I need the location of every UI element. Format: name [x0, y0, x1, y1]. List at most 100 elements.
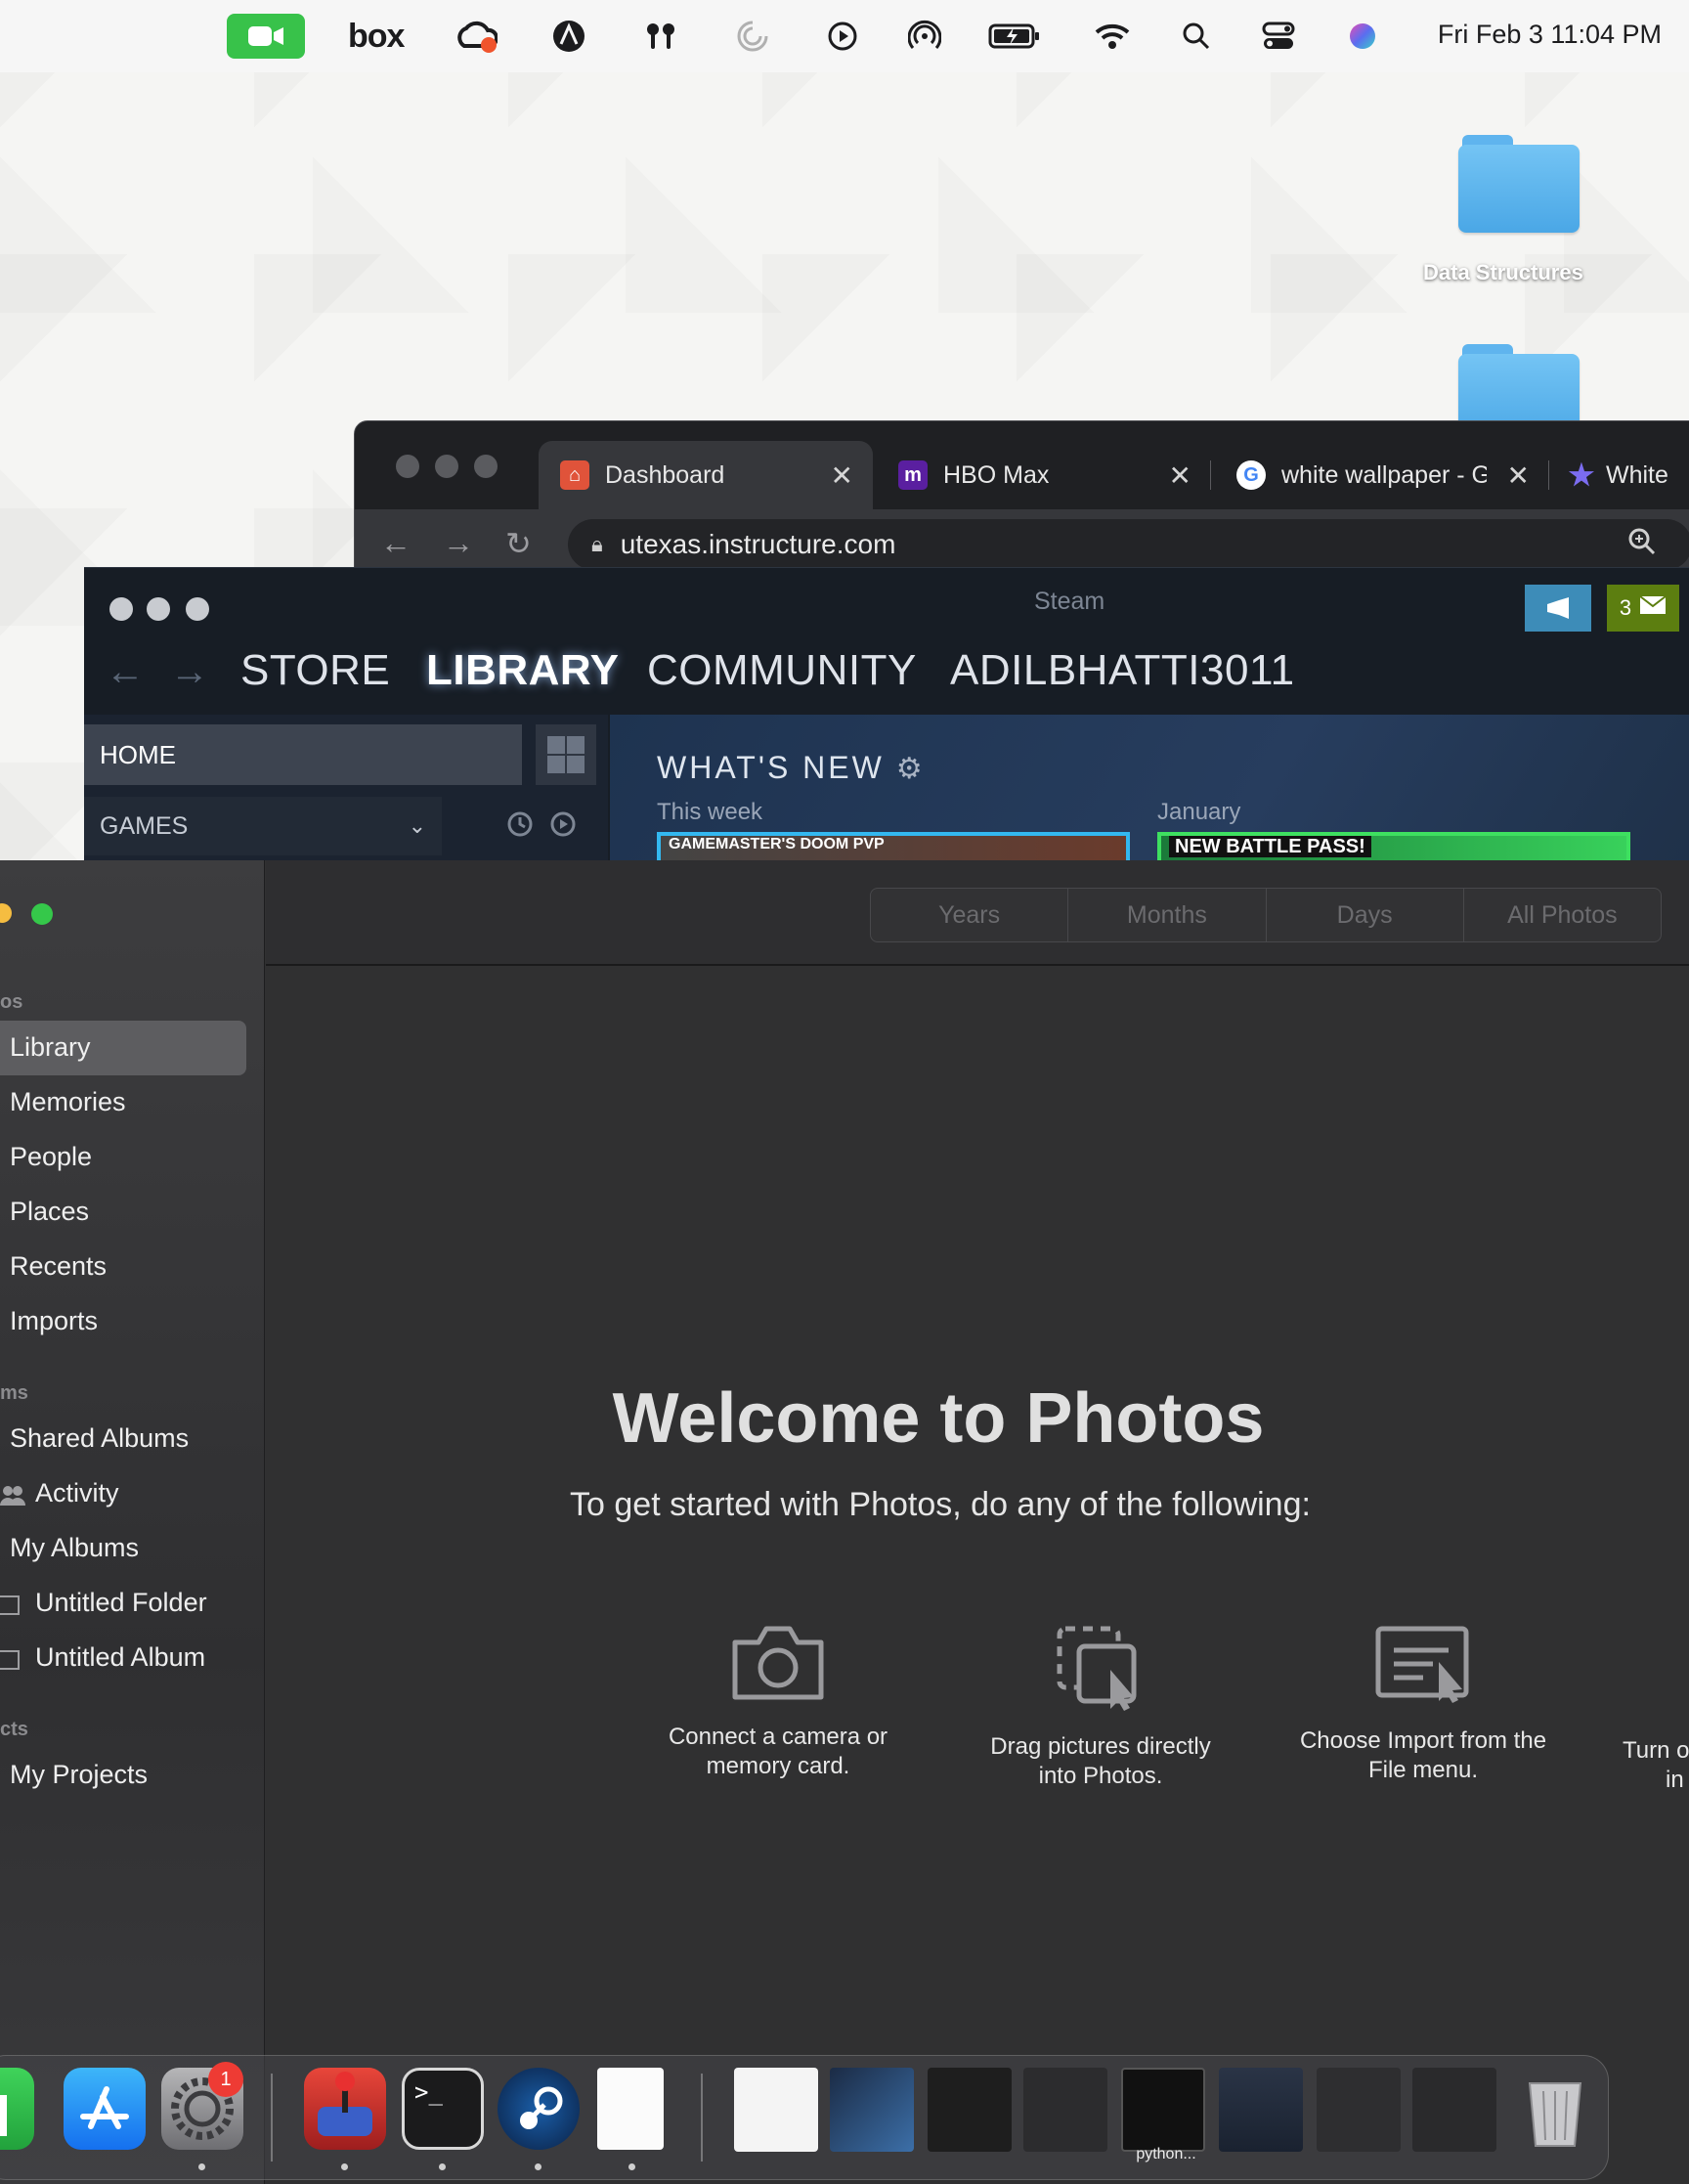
- forward-icon[interactable]: →: [170, 650, 209, 694]
- home-button[interactable]: HOME: [84, 724, 522, 785]
- nav-library[interactable]: LIBRARY: [426, 646, 619, 695]
- astro-icon[interactable]: [549, 16, 588, 57]
- close-tab-icon[interactable]: ✕: [1507, 459, 1530, 492]
- people-icon: [0, 1484, 25, 1512]
- desktop-folder-label[interactable]: Data Structures: [1423, 260, 1583, 285]
- running-indicator: [628, 2163, 635, 2170]
- siri-icon[interactable]: [1343, 16, 1382, 57]
- notifications-button[interactable]: 3: [1607, 585, 1679, 632]
- sidebar-item-my-albums[interactable]: My Albums: [10, 1533, 139, 1563]
- box-icon[interactable]: box: [348, 16, 405, 57]
- nav-community[interactable]: COMMUNITY: [647, 646, 917, 695]
- airpods-icon[interactable]: [641, 16, 680, 57]
- minimize-window-button[interactable]: [0, 903, 12, 923]
- back-icon[interactable]: ←: [106, 650, 145, 694]
- airdrop-icon[interactable]: [905, 16, 944, 57]
- minimized-facetime-window[interactable]: [928, 2068, 1012, 2152]
- sidebar-section-header: cts: [0, 1719, 28, 1740]
- close-window-button[interactable]: [109, 597, 133, 621]
- tab-hbo-max[interactable]: m HBO Max ✕: [877, 441, 1211, 509]
- joystick-app-icon[interactable]: [304, 2068, 386, 2150]
- minimized-window[interactable]: [830, 2068, 914, 2152]
- address-bar[interactable]: 🔒︎ utexas.instructure.com: [568, 519, 1689, 570]
- dock-separator: [271, 2074, 273, 2162]
- welcome-subtitle: To get started with Photos, do any of th…: [570, 1486, 1311, 1523]
- minimize-window-button[interactable]: [435, 455, 458, 478]
- sidebar-item-library[interactable]: Library: [10, 1032, 91, 1063]
- minimized-settings-window[interactable]: [1023, 2068, 1107, 2152]
- megaphone-icon[interactable]: [1525, 585, 1591, 632]
- canvas-icon: ⌂: [560, 460, 589, 490]
- camera-icon: [732, 1626, 824, 1700]
- play-icon[interactable]: [549, 810, 577, 845]
- trash-icon[interactable]: [1514, 2068, 1596, 2150]
- sidebar-item-imports[interactable]: Imports: [10, 1306, 98, 1336]
- tab-dashboard[interactable]: ⌂ Dashboard ✕: [539, 441, 873, 509]
- sidebar-item-shared-albums[interactable]: Shared Albums: [10, 1423, 189, 1454]
- sidebar-item-activity[interactable]: Activity: [35, 1478, 119, 1508]
- sidebar-item-untitled-folder[interactable]: Untitled Folder: [35, 1588, 207, 1618]
- control-center-icon[interactable]: [1259, 16, 1298, 57]
- document-icon[interactable]: [597, 2068, 664, 2150]
- grid-view-icon[interactable]: [536, 724, 596, 785]
- dock-separator: [701, 2074, 703, 2162]
- segment-days[interactable]: Days: [1267, 889, 1464, 941]
- menu-bar-clock[interactable]: Fri Feb 3 11:04 PM: [1408, 20, 1662, 50]
- tab-google-search[interactable]: G white wallpaper - G ✕: [1215, 441, 1549, 509]
- chevron-down-icon: ⌄: [408, 813, 426, 838]
- segment-all-photos[interactable]: All Photos: [1464, 889, 1661, 941]
- minimize-window-button[interactable]: [147, 597, 170, 621]
- games-dropdown[interactable]: GAMES ⌄: [84, 797, 442, 855]
- zoom-window-button[interactable]: [31, 903, 53, 925]
- tab-white[interactable]: ★ White: [1553, 441, 1689, 509]
- tab-title: White: [1606, 460, 1668, 489]
- focus-icon[interactable]: [733, 16, 772, 57]
- zoom-icon[interactable]: [1627, 527, 1657, 563]
- wifi-icon[interactable]: [1093, 16, 1132, 57]
- app-store-icon[interactable]: [64, 2068, 146, 2150]
- option-icloud: Turn o in: [1623, 1737, 1689, 1793]
- tab-title: Dashboard: [605, 460, 725, 489]
- minimized-messages-window[interactable]: [1219, 2068, 1303, 2152]
- facetime-icon[interactable]: [227, 14, 305, 59]
- gear-icon[interactable]: ⚙: [896, 753, 926, 785]
- minimized-window[interactable]: [1412, 2068, 1496, 2152]
- numbers-icon[interactable]: [0, 2068, 34, 2150]
- segment-years[interactable]: Years: [871, 889, 1069, 941]
- url-text[interactable]: utexas.instructure.com: [621, 529, 896, 560]
- folder-icon[interactable]: [1458, 135, 1580, 233]
- minimized-chrome-window[interactable]: [734, 2068, 818, 2152]
- zoom-window-button[interactable]: [474, 455, 498, 478]
- week-label: This week: [657, 799, 763, 825]
- minimized-mail-window[interactable]: [1317, 2068, 1401, 2152]
- play-icon[interactable]: [823, 16, 862, 57]
- close-window-button[interactable]: [396, 455, 419, 478]
- segment-months[interactable]: Months: [1068, 889, 1267, 941]
- sidebar-item-memories[interactable]: Memories: [10, 1087, 126, 1117]
- menu-bar: box Fri Feb 3 11:04 PM: [0, 0, 1689, 72]
- nav-profile[interactable]: ADILBHATTI3011: [950, 646, 1295, 695]
- minimized-terminal-window[interactable]: [1121, 2068, 1205, 2152]
- nav-store[interactable]: STORE: [240, 646, 390, 695]
- dock: 1 >_ python...: [0, 2055, 1609, 2180]
- view-segmented-control: Years Months Days All Photos: [870, 888, 1662, 942]
- sidebar-item-recents[interactable]: Recents: [10, 1251, 107, 1282]
- forward-icon[interactable]: →: [443, 525, 474, 561]
- games-label: GAMES: [100, 811, 189, 840]
- search-icon[interactable]: [1179, 16, 1214, 57]
- sidebar-item-untitled-album[interactable]: Untitled Album: [35, 1642, 205, 1673]
- sidebar-item-my-projects[interactable]: My Projects: [10, 1760, 148, 1790]
- steam-icon[interactable]: [498, 2068, 580, 2150]
- zoom-window-button[interactable]: [186, 597, 209, 621]
- reload-icon[interactable]: ↻: [505, 525, 532, 562]
- battery-icon[interactable]: [987, 16, 1042, 57]
- close-tab-icon[interactable]: ✕: [831, 459, 853, 492]
- back-icon[interactable]: ←: [380, 525, 411, 561]
- sidebar-item-places[interactable]: Places: [10, 1197, 89, 1227]
- creative-cloud-icon[interactable]: [455, 16, 498, 57]
- sidebar-item-people[interactable]: People: [10, 1142, 92, 1172]
- clock-icon[interactable]: [506, 810, 534, 845]
- terminal-icon[interactable]: >_: [402, 2068, 484, 2150]
- option-connect-camera: Connect a camera or memory card.: [631, 1623, 925, 1781]
- close-tab-icon[interactable]: ✕: [1169, 459, 1191, 492]
